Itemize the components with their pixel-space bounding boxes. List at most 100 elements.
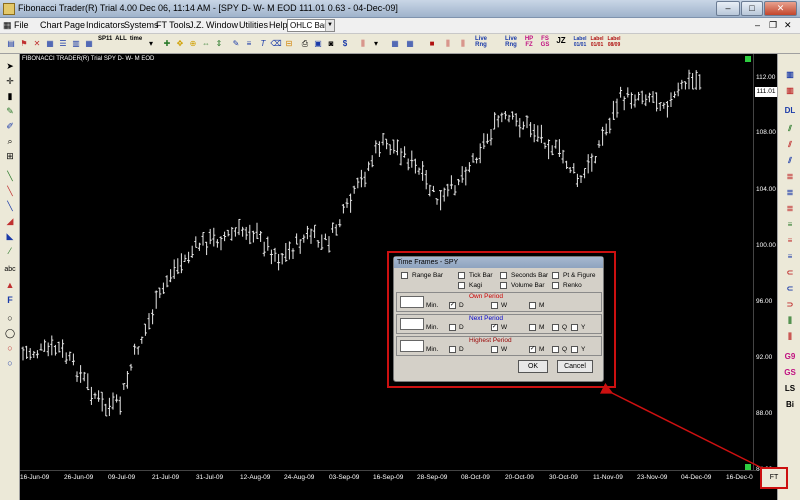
maximize-button[interactable]: □ [741, 1, 763, 16]
circle-icon[interactable]: ○ [4, 312, 16, 324]
next-y-checkbox[interactable] [571, 324, 578, 331]
hp-fz-button[interactable]: HP FZ [522, 36, 536, 48]
fan-blue-icon[interactable]: ⫽ [781, 156, 799, 166]
italic-t-icon[interactable]: T [256, 37, 270, 50]
range-bar-checkbox[interactable] [401, 272, 408, 279]
next-w-checkbox[interactable]: ✓ [491, 324, 498, 331]
red-rect-icon[interactable]: ▥ [781, 86, 799, 95]
dollar-icon[interactable]: $ [338, 37, 352, 50]
new-chart-icon[interactable]: ▤ [4, 37, 18, 50]
levels-red-icon[interactable]: ≣ [781, 204, 799, 213]
table-icon[interactable]: ▦ [82, 37, 96, 50]
time-zone-red-icon[interactable]: ⫼ [781, 332, 799, 342]
lines-icon[interactable]: ≡ [242, 37, 256, 50]
minimize-button[interactable]: – [716, 1, 740, 16]
channel-blue-icon[interactable]: ◣ [4, 230, 16, 242]
print-icon[interactable]: ⎙ [298, 37, 312, 50]
next-q-checkbox[interactable] [552, 324, 559, 331]
trendline-red-icon[interactable]: ╲ [4, 185, 16, 197]
own-period-min-input[interactable] [400, 296, 424, 308]
pt-figure-checkbox[interactable] [552, 272, 559, 279]
arrows-icon[interactable]: ✥ [173, 37, 187, 50]
ruler-icon[interactable]: ⊟ [282, 37, 296, 50]
trendline-blue-icon[interactable]: ╲ [4, 200, 16, 212]
fan-icon[interactable]: ⫽ [781, 124, 799, 134]
ellipse-icon[interactable]: ◯ [4, 327, 16, 339]
trendline-icon[interactable]: ╲ [4, 170, 16, 182]
ext-red-icon[interactable]: ≡ [781, 236, 799, 245]
mdi-close-button[interactable]: ✕ [784, 20, 792, 31]
own-d-checkbox[interactable]: ✓ [449, 302, 456, 309]
ok-button[interactable]: OK [518, 360, 548, 373]
gs-button[interactable]: GS [781, 368, 799, 377]
high-y-checkbox[interactable] [571, 346, 578, 353]
high-d-checkbox[interactable] [449, 346, 456, 353]
next-d-checkbox[interactable] [449, 324, 456, 331]
move-icon[interactable]: ⇔ [199, 37, 213, 50]
menu-indicators[interactable]: Indicators [86, 20, 125, 30]
circle-blue-icon[interactable]: ○ [4, 357, 16, 369]
arc-icon[interactable]: ⊂ [781, 268, 799, 277]
close-button[interactable]: ✕ [764, 1, 797, 16]
fib-icon[interactable]: ⁄ [4, 245, 16, 257]
zoom-in-icon[interactable]: ✚ [160, 37, 174, 50]
kagi-checkbox[interactable] [458, 282, 465, 289]
menu-ft-tools[interactable]: FT Tools [156, 20, 190, 30]
menu-help[interactable]: Help [269, 20, 288, 30]
label-button-1[interactable]: Label 01/01 [572, 36, 588, 48]
blue-rect-icon[interactable]: ▥ [781, 70, 799, 79]
menu-chart[interactable]: Chart [40, 20, 62, 30]
magnifier-icon[interactable]: ⌕ [4, 135, 16, 147]
ls-button[interactable]: LS [781, 384, 799, 393]
levels-blue-icon[interactable]: ≣ [781, 188, 799, 197]
box-icon[interactable]: ■ [425, 37, 439, 50]
sp11-button[interactable]: SP11 [98, 36, 112, 42]
grid-3-icon[interactable]: ▦ [403, 37, 417, 50]
live-rng-button[interactable]: Live Rng [472, 36, 490, 48]
volume-bar-checkbox[interactable] [500, 282, 507, 289]
arrow-marker-icon[interactable]: ▲ [4, 279, 16, 291]
next-m-checkbox[interactable] [529, 324, 536, 331]
menu-utilities[interactable]: Utilities [239, 20, 268, 30]
g9-button[interactable]: G9 [781, 352, 799, 361]
bars-2-icon[interactable]: ⫼ [441, 37, 455, 50]
grid-icon[interactable]: ▦ [43, 37, 57, 50]
high-w-checkbox[interactable] [491, 346, 498, 353]
menu-systems[interactable]: Systems [124, 20, 159, 30]
expand-icon[interactable]: ⇕ [212, 37, 226, 50]
pointer-icon[interactable]: ➤ [4, 60, 16, 72]
menu-window[interactable]: Window [206, 20, 238, 30]
cross-icon[interactable]: ✕ [30, 37, 44, 50]
menu-page[interactable]: Page [64, 20, 85, 30]
seconds-bar-checkbox[interactable] [500, 272, 507, 279]
highlighter-icon[interactable]: ✐ [4, 120, 16, 132]
crosshair-icon[interactable]: ✛ [4, 75, 16, 87]
bi-button[interactable]: Bi [781, 400, 799, 409]
eraser-icon[interactable]: ⌫ [269, 37, 283, 50]
menu-file[interactable]: File [14, 20, 29, 30]
ext-icon[interactable]: ≡ [781, 220, 799, 229]
arc-red-icon[interactable]: ⊃ [781, 300, 799, 309]
high-q-checkbox[interactable] [552, 346, 559, 353]
all-button[interactable]: ALL [114, 36, 128, 42]
channel-icon[interactable]: ◢ [4, 215, 16, 227]
pen-icon[interactable]: ✎ [4, 105, 16, 117]
chart-type-dropdown[interactable]: OHLC Bar ▼ [287, 19, 335, 32]
fs-gs-button[interactable]: FS GS [538, 36, 552, 48]
mdi-doc-icon[interactable]: ▦ [3, 20, 12, 31]
ft-time-frames-button[interactable]: FT [760, 467, 788, 489]
circle-red-icon[interactable]: ○ [4, 342, 16, 354]
flag-icon[interactable]: ⚑ [17, 37, 31, 50]
bars-icon[interactable]: ⫼ [356, 37, 370, 50]
levels-icon[interactable]: ≣ [781, 172, 799, 181]
live-rng-button-2[interactable]: Live Rng [502, 36, 520, 48]
f-tool[interactable]: F [4, 294, 16, 306]
label-button-3[interactable]: Label 08/09 [606, 36, 622, 48]
tick-bar-checkbox[interactable] [458, 272, 465, 279]
dropdown-arrow-icon[interactable]: ▾ [144, 37, 158, 50]
dl-button[interactable]: DL [781, 106, 799, 115]
time-zone-icon[interactable]: ⫼ [781, 316, 799, 326]
own-m-checkbox[interactable] [529, 302, 536, 309]
next-period-min-input[interactable] [400, 318, 424, 330]
menu-jz[interactable]: J.Z. [189, 20, 204, 30]
